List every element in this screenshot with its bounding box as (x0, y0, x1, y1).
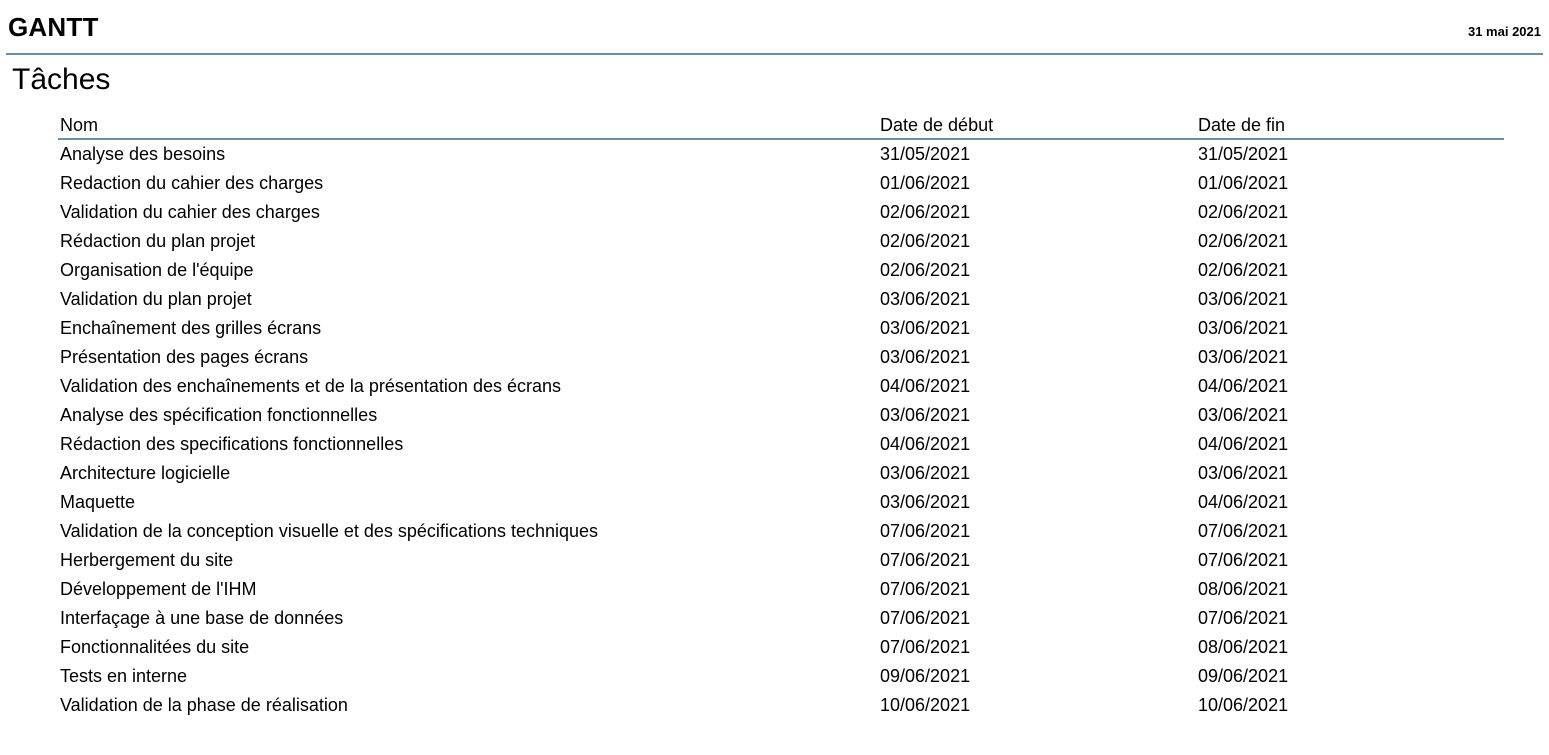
table-row: Maquette 03/06/2021 04/06/2021 (58, 488, 1504, 517)
task-start-date: 03/06/2021 (880, 492, 971, 512)
column-header-name: Nom (58, 113, 878, 140)
task-start-date: 02/06/2021 (880, 260, 971, 280)
task-name: Validation du plan projet (60, 289, 252, 309)
table-row: Fonctionnalitées du site 07/06/2021 08/0… (58, 633, 1504, 662)
task-end-date: 02/06/2021 (1198, 202, 1289, 222)
task-end-date: 04/06/2021 (1198, 492, 1289, 512)
column-header-start-date: Date de début (878, 113, 1196, 140)
task-end-date: 07/06/2021 (1198, 608, 1289, 628)
task-name: Rédaction des specifications fonctionnel… (60, 434, 404, 454)
task-name: Organisation de l'équipe (60, 260, 254, 280)
table-header-row: Nom Date de début Date de fin (58, 113, 1504, 140)
task-end-date: 08/06/2021 (1198, 579, 1289, 599)
task-start-date: 03/06/2021 (880, 318, 971, 338)
table-row: Rédaction des specifications fonctionnel… (58, 430, 1504, 459)
header-divider (6, 53, 1543, 55)
task-name: Validation des enchaînements et de la pr… (60, 376, 561, 396)
table-row: Analyse des spécification fonctionnelles… (58, 401, 1504, 430)
task-name: Herbergement du site (60, 550, 234, 570)
task-end-date: 02/06/2021 (1198, 260, 1289, 280)
task-name: Fonctionnalitées du site (60, 637, 250, 657)
table-row: Tests en interne 09/06/2021 09/06/2021 (58, 662, 1504, 691)
task-start-date: 04/06/2021 (880, 376, 971, 396)
table-row: Présentation des pages écrans 03/06/2021… (58, 343, 1504, 372)
task-name: Rédaction du plan projet (60, 231, 256, 251)
task-start-date: 03/06/2021 (880, 463, 971, 483)
task-name: Analyse des spécification fonctionnelles (60, 405, 378, 425)
task-start-date: 07/06/2021 (880, 579, 971, 599)
task-name: Développement de l'IHM (60, 579, 257, 599)
task-name: Validation de la conception visuelle et … (60, 521, 599, 541)
task-end-date: 04/06/2021 (1198, 434, 1289, 454)
task-end-date: 03/06/2021 (1198, 318, 1289, 338)
task-end-date: 03/06/2021 (1198, 405, 1289, 425)
table-row: Redaction du cahier des charges 01/06/20… (58, 169, 1504, 198)
task-end-date: 01/06/2021 (1198, 173, 1289, 193)
task-name: Présentation des pages écrans (60, 347, 309, 367)
task-end-date: 03/06/2021 (1198, 463, 1289, 483)
task-start-date: 02/06/2021 (880, 202, 971, 222)
table-row: Rédaction du plan projet 02/06/2021 02/0… (58, 227, 1504, 256)
table-row: Validation du plan projet 03/06/2021 03/… (58, 285, 1504, 314)
table-row: Validation du cahier des charges 02/06/2… (58, 198, 1504, 227)
task-end-date: 10/06/2021 (1198, 695, 1289, 715)
table-row: Architecture logicielle 03/06/2021 03/06… (58, 459, 1504, 488)
task-start-date: 07/06/2021 (880, 550, 971, 570)
task-start-date: 09/06/2021 (880, 666, 971, 686)
table-row: Analyse des besoins 31/05/2021 31/05/202… (58, 139, 1504, 169)
task-start-date: 04/06/2021 (880, 434, 971, 454)
column-header-end-date: Date de fin (1196, 113, 1504, 140)
tasks-table: Nom Date de début Date de fin Analyse de… (58, 113, 1504, 720)
task-name: Validation du cahier des charges (60, 202, 320, 222)
task-end-date: 09/06/2021 (1198, 666, 1289, 686)
task-name: Redaction du cahier des charges (60, 173, 324, 193)
table-row: Enchaînement des grilles écrans 03/06/20… (58, 314, 1504, 343)
table-row: Développement de l'IHM 07/06/2021 08/06/… (58, 575, 1504, 604)
table-row: Validation de la conception visuelle et … (58, 517, 1504, 546)
task-end-date: 31/05/2021 (1198, 144, 1289, 164)
table-row: Herbergement du site 07/06/2021 07/06/20… (58, 546, 1504, 575)
task-end-date: 02/06/2021 (1198, 231, 1289, 251)
task-end-date: 08/06/2021 (1198, 637, 1289, 657)
task-end-date: 04/06/2021 (1198, 376, 1289, 396)
task-start-date: 02/06/2021 (880, 231, 971, 251)
table-row: Interfaçage à une base de données 07/06/… (58, 604, 1504, 633)
report-title: GANTT (8, 12, 99, 42)
section-title: Tâches (12, 63, 111, 96)
task-start-date: 07/06/2021 (880, 637, 971, 657)
task-start-date: 07/06/2021 (880, 521, 971, 541)
task-start-date: 31/05/2021 (880, 144, 971, 164)
task-start-date: 07/06/2021 (880, 608, 971, 628)
task-name: Tests en interne (60, 666, 188, 686)
table-row: Validation des enchaînements et de la pr… (58, 372, 1504, 401)
task-start-date: 03/06/2021 (880, 405, 971, 425)
task-start-date: 10/06/2021 (880, 695, 971, 715)
task-name: Analyse des besoins (60, 144, 226, 164)
task-name: Enchaînement des grilles écrans (60, 318, 322, 338)
task-end-date: 07/06/2021 (1198, 550, 1289, 570)
report-date: 31 mai 2021 (1467, 24, 1541, 39)
task-name: Maquette (60, 492, 136, 512)
task-name: Architecture logicielle (60, 463, 231, 483)
task-name: Validation de la phase de réalisation (60, 695, 348, 715)
task-end-date: 07/06/2021 (1198, 521, 1289, 541)
task-name: Interfaçage à une base de données (60, 608, 344, 628)
task-start-date: 03/06/2021 (880, 347, 971, 367)
table-row: Organisation de l'équipe 02/06/2021 02/0… (58, 256, 1504, 285)
task-start-date: 03/06/2021 (880, 289, 971, 309)
task-end-date: 03/06/2021 (1198, 289, 1289, 309)
table-row: Validation de la phase de réalisation 10… (58, 691, 1504, 720)
task-end-date: 03/06/2021 (1198, 347, 1289, 367)
task-start-date: 01/06/2021 (880, 173, 971, 193)
